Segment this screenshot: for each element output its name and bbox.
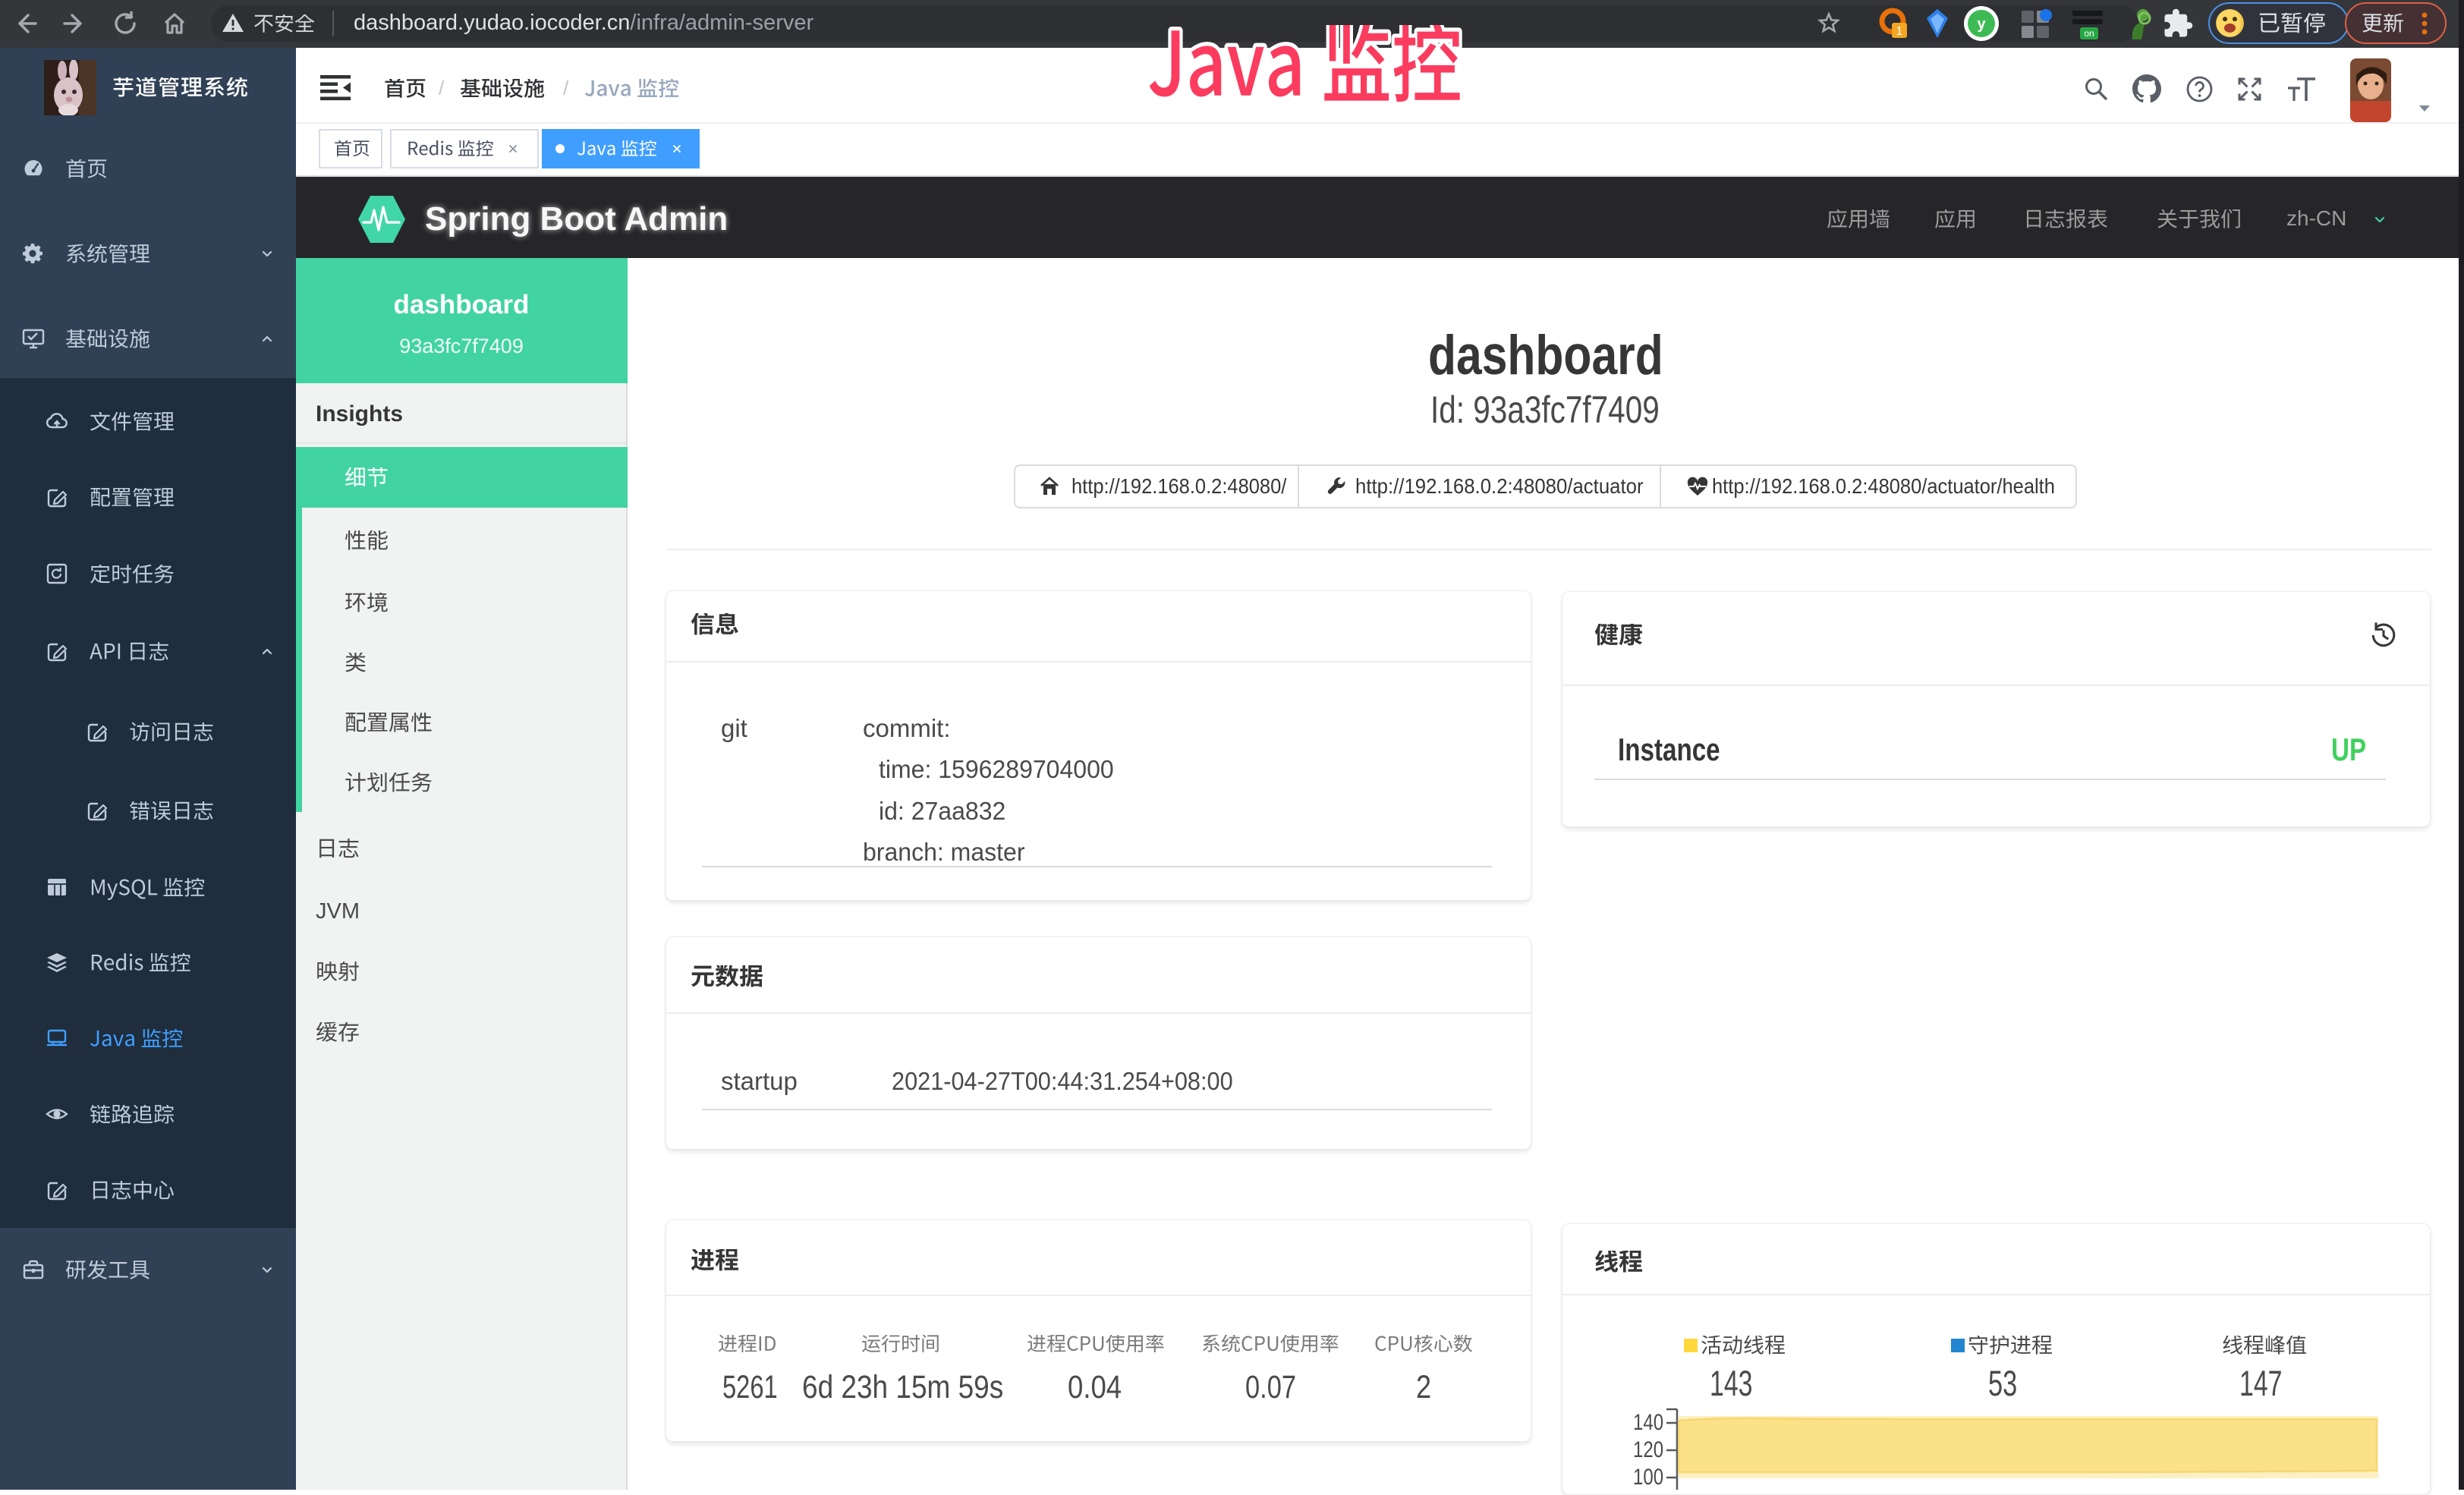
svg-text:1: 1 — [1896, 25, 1903, 38]
svg-text:on: on — [2084, 28, 2094, 39]
svg-text:y: y — [1977, 16, 1986, 33]
